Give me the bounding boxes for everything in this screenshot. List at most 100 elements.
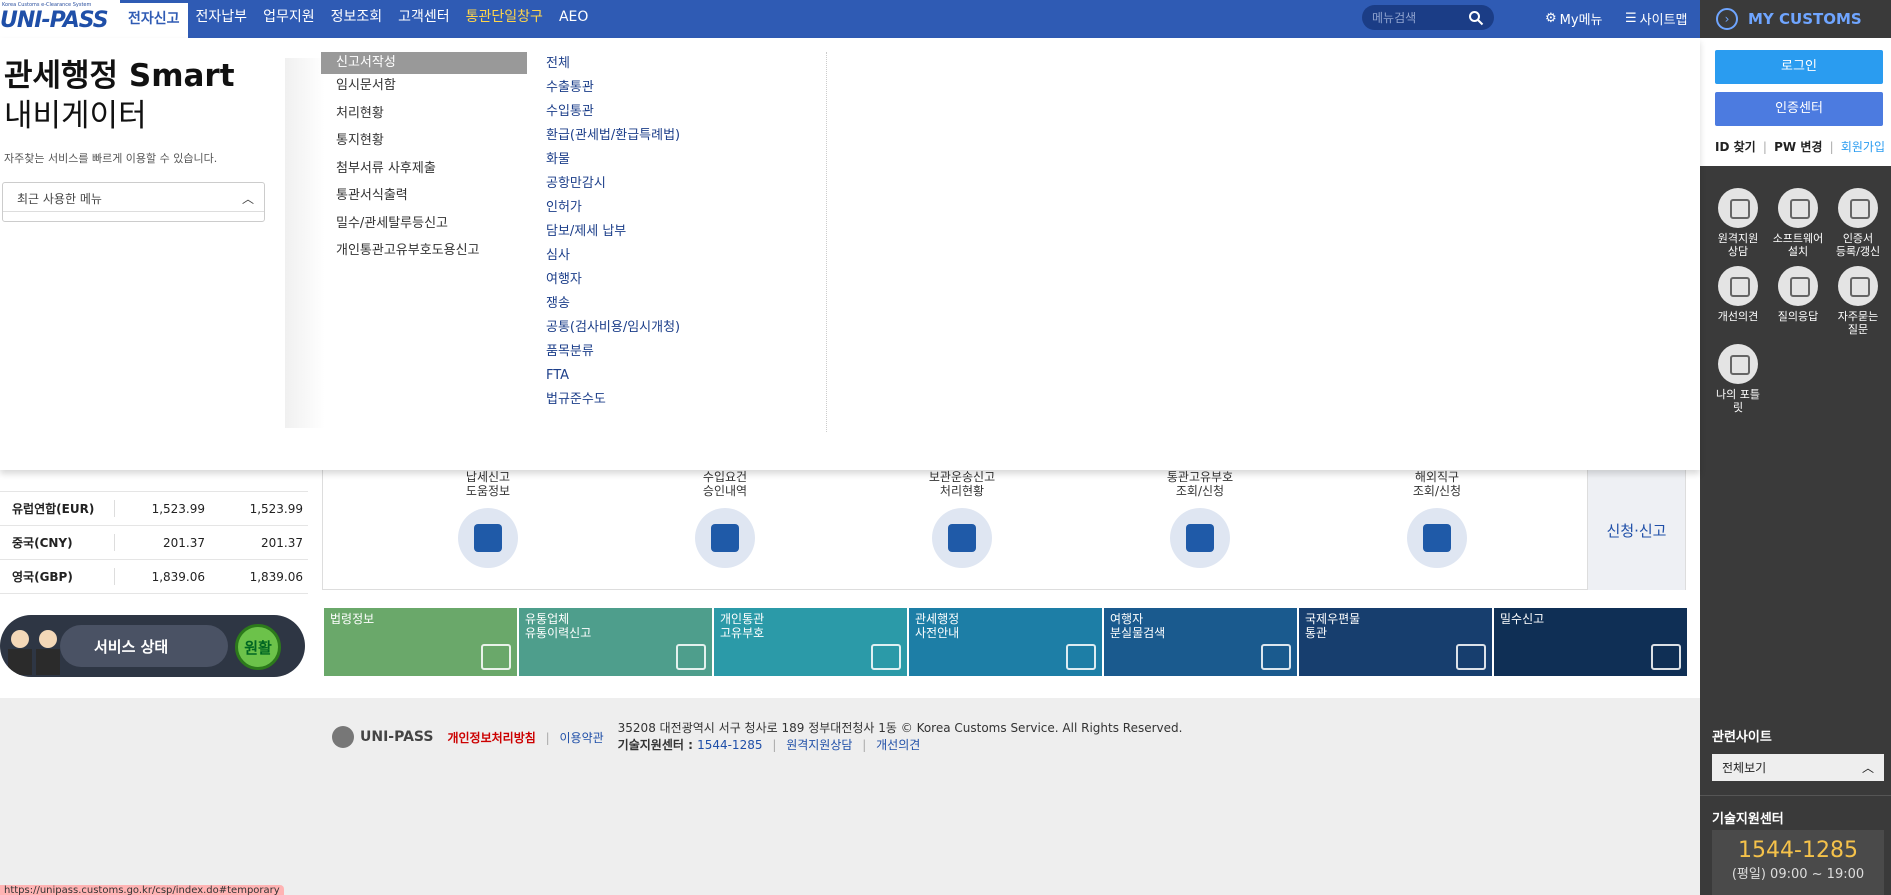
subcategory-classification[interactable]: 품목분류	[546, 340, 680, 364]
menu-e-declaration[interactable]: 전자신고	[120, 0, 188, 38]
recent-menu-toggle[interactable]: 최근 사용한 메뉴 ︿	[2, 182, 265, 222]
tech-phone: 1544-1285	[697, 738, 763, 752]
menu-aeo[interactable]: AEO	[551, 0, 596, 38]
chevron-up-icon: ︿	[1861, 761, 1874, 775]
hamburger-icon: ☰	[1625, 11, 1637, 26]
subcategory-fta[interactable]: FTA	[546, 364, 680, 388]
phone-24h-icon	[1651, 644, 1681, 670]
related-sites-select[interactable]: 전체보기 ︿	[1712, 754, 1884, 781]
subcategory-common[interactable]: 공통(검사비용/임시개청)	[546, 316, 680, 340]
search-icon[interactable]	[1468, 10, 1484, 26]
mymenu-link[interactable]: ⚙ My메뉴	[1545, 9, 1603, 28]
category-list: 신고서작성 임시문서함 처리현황 통지현황 첨부서류 사후제출 통관서식출력 밀…	[321, 52, 527, 267]
service-bonded-transport[interactable]: 보관운송신고 처리현황	[892, 470, 1032, 568]
tile-lost-items[interactable]: 여행자 분실물검색	[1104, 608, 1297, 676]
tile-distribution-report[interactable]: 유통업체 유통이력신고	[519, 608, 712, 676]
tile-intl-mail[interactable]: 국제우편물 통관	[1299, 608, 1492, 676]
tile-pre-guidance[interactable]: 관세행정 사전안내	[909, 608, 1102, 676]
subcategory-audit[interactable]: 심사	[546, 244, 680, 268]
terms-link[interactable]: 이용약관	[559, 731, 603, 745]
quick-tiles: 법령정보 유통업체 유통이력신고 개인통관 고유부호 관세행정 사전안내 여행자…	[324, 608, 1687, 676]
qna-icon	[1778, 266, 1818, 306]
tech-center-hours: (평일) 09:00 ~ 19:00	[1731, 867, 1865, 882]
portlet-icon	[1718, 344, 1758, 384]
remote-support-icon	[1718, 188, 1758, 228]
category-attach-submit[interactable]: 첨부서류 사후제출	[321, 157, 527, 185]
category-form-print[interactable]: 통관서식출력	[321, 184, 527, 212]
service-customs-code[interactable]: 통관고유부호 조회/신청	[1130, 470, 1270, 568]
menu-work-support[interactable]: 업무지원	[255, 0, 323, 38]
main-menu: 전자신고 전자납부 업무지원 정보조회 고객센터 통관단일창구 AEO	[120, 0, 596, 38]
subcategory-refund[interactable]: 환급(관세법/환급특례법)	[546, 124, 680, 148]
subcategory-cargo[interactable]: 화물	[546, 148, 680, 172]
menu-info-inquiry[interactable]: 정보조회	[323, 0, 391, 38]
status-badge: 원활	[235, 624, 281, 670]
subcategory-export[interactable]: 수출통관	[546, 76, 680, 100]
shortcut-remote-support[interactable]: 원격지원 상담	[1708, 188, 1768, 258]
subcategory-compliance[interactable]: 법규준수도	[546, 388, 680, 412]
shortcut-portlet[interactable]: 나의 포틀 릿	[1708, 344, 1768, 414]
subcategory-import[interactable]: 수입통관	[546, 100, 680, 124]
subcategory-license[interactable]: 인허가	[546, 196, 680, 220]
service-tax-help[interactable]: 납세신고 도움정보	[418, 470, 558, 568]
sitemap-link[interactable]: ☰ 사이트맵	[1625, 9, 1688, 28]
faq-icon	[1838, 266, 1878, 306]
tech-center-title: 기술지원센터	[1712, 812, 1784, 827]
chevron-right-icon[interactable]: ›	[1716, 8, 1738, 30]
subcategory-port-surveillance[interactable]: 공항만감시	[546, 172, 680, 196]
shortcut-software-install[interactable]: 소프트웨어 설치	[1768, 188, 1828, 258]
tile-smuggling-report[interactable]: 밀수신고	[1494, 608, 1687, 676]
remote-support-link[interactable]: 원격지원상담	[786, 738, 852, 752]
apply-declare-button[interactable]: 신청·신고	[1587, 470, 1685, 590]
pw-change-link[interactable]: PW 변경	[1774, 140, 1822, 154]
barcode-person-icon	[1170, 508, 1230, 568]
navigator-title: 관세행정 Smart 내비게이터	[4, 58, 235, 134]
tile-legal-info[interactable]: 법령정보	[324, 608, 517, 676]
headset-icon	[1066, 644, 1096, 670]
shortcut-certificate[interactable]: 인증서 등록/갱신	[1828, 188, 1888, 258]
table-row: 영국(GBP) 1,839.06 1,839.06	[0, 560, 308, 594]
software-install-icon	[1778, 188, 1818, 228]
footer-brand: UNI-PASS	[332, 726, 433, 748]
feedback-icon	[1718, 266, 1758, 306]
category-processing-status[interactable]: 처리현황	[321, 102, 527, 130]
service-overseas-purchase[interactable]: 해외직구 조회/신청	[1367, 470, 1507, 568]
navigator-description: 자주찾는 서비스를 빠르게 이용할 수 있습니다.	[4, 152, 218, 165]
tile-personal-customs-code[interactable]: 개인통관 고유부호	[714, 608, 907, 676]
service-import-approval[interactable]: 수입요건 승인내역	[655, 470, 795, 568]
shortcut-feedback[interactable]: 개선의견	[1708, 266, 1768, 336]
cert-center-button[interactable]: 인증센터	[1715, 92, 1883, 126]
subcategory-traveler[interactable]: 여행자	[546, 268, 680, 292]
globe-search-icon	[1407, 508, 1467, 568]
barcode-icon	[871, 644, 901, 670]
menu-e-payment[interactable]: 전자납부	[188, 0, 256, 38]
percent-chart-icon	[932, 508, 992, 568]
subcategory-all[interactable]: 전체	[546, 52, 680, 76]
menu-search-input[interactable]: 메뉴검색	[1362, 5, 1494, 30]
category-write-declaration[interactable]: 신고서작성	[321, 52, 527, 74]
related-sites-title: 관련사이트	[1712, 730, 1772, 745]
privacy-policy-link[interactable]: 개인정보처리방침	[447, 731, 535, 745]
category-temp-docs[interactable]: 임시문서함	[321, 74, 527, 102]
tech-center-phone: 1544-1285	[1738, 838, 1858, 863]
shortcut-faq[interactable]: 자주묻는 질문	[1828, 266, 1888, 336]
table-row: 중국(CNY) 201.37 201.37	[0, 526, 308, 560]
category-notification-status[interactable]: 통지현황	[321, 129, 527, 157]
register-link[interactable]: 회원가입	[1841, 140, 1885, 154]
shortcut-qna[interactable]: 질의응답	[1768, 266, 1828, 336]
menu-single-window[interactable]: 통관단일창구	[458, 0, 551, 38]
unipass-logo[interactable]: Korea Customs e-Clearance System UNI-PAS…	[0, 0, 120, 38]
my-customs-header[interactable]: › MY CUSTOMS	[1700, 0, 1891, 38]
book-icon	[481, 644, 511, 670]
find-id-link[interactable]: ID 찾기	[1715, 140, 1756, 154]
korea-emblem-icon	[332, 726, 354, 748]
subcategory-security-payment[interactable]: 담보/제세 납부	[546, 220, 680, 244]
login-button[interactable]: 로그인	[1715, 50, 1883, 84]
category-code-misuse-report[interactable]: 개인통관고유부호도용신고	[321, 239, 527, 267]
gear-icon: ⚙	[1545, 11, 1557, 26]
menu-customer-center[interactable]: 고객센터	[390, 0, 458, 38]
category-smuggling-report[interactable]: 밀수/관세탈루등신고	[321, 212, 527, 240]
subcategory-appeal[interactable]: 쟁송	[546, 292, 680, 316]
box-icon	[1261, 644, 1291, 670]
feedback-link[interactable]: 개선의견	[876, 738, 920, 752]
